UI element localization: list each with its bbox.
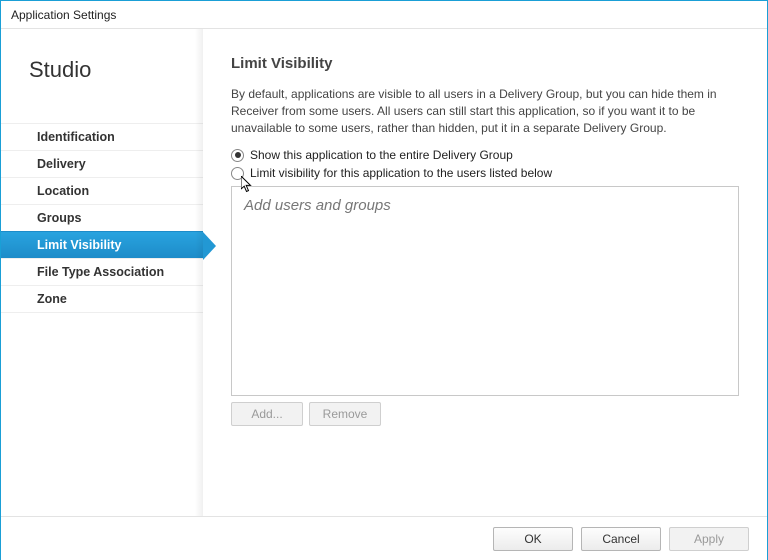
nav-item-file-type-association[interactable]: File Type Association <box>1 258 203 285</box>
radio-label: Limit visibility for this application to… <box>250 166 552 180</box>
add-button[interactable]: Add... <box>231 402 303 426</box>
radio-icon <box>231 167 244 180</box>
nav-item-label: Delivery <box>37 157 86 171</box>
nav-item-delivery[interactable]: Delivery <box>1 150 203 177</box>
radio-option-limit[interactable]: Limit visibility for this application to… <box>231 166 739 180</box>
nav-item-label: File Type Association <box>37 265 164 279</box>
apply-button[interactable]: Apply <box>669 527 749 551</box>
page-heading: Limit Visibility <box>231 55 739 72</box>
nav-item-label: Location <box>37 184 89 198</box>
ok-button[interactable]: OK <box>493 527 573 551</box>
main-panel: Limit Visibility By default, application… <box>203 29 767 516</box>
window-title: Application Settings <box>1 1 767 29</box>
nav-list: Identification Delivery Location Groups … <box>1 123 203 313</box>
nav-item-identification[interactable]: Identification <box>1 123 203 150</box>
nav-item-label: Limit Visibility <box>37 238 122 252</box>
nav-item-label: Identification <box>37 130 115 144</box>
list-buttons: Add... Remove <box>231 402 739 426</box>
radio-label: Show this application to the entire Deli… <box>250 148 513 162</box>
listbox-placeholder: Add users and groups <box>244 197 391 214</box>
nav-item-location[interactable]: Location <box>1 177 203 204</box>
brand-label: Studio <box>1 57 203 123</box>
nav-item-label: Groups <box>37 211 81 225</box>
dialog-footer: OK Cancel Apply <box>1 516 767 560</box>
users-groups-listbox[interactable]: Add users and groups <box>231 186 739 396</box>
content-area: Studio Identification Delivery Location … <box>1 29 767 516</box>
nav-item-zone[interactable]: Zone <box>1 285 203 313</box>
remove-button[interactable]: Remove <box>309 402 381 426</box>
nav-item-label: Zone <box>37 292 67 306</box>
description-text: By default, applications are visible to … <box>231 86 739 136</box>
nav-item-groups[interactable]: Groups <box>1 204 203 231</box>
sidebar: Studio Identification Delivery Location … <box>1 29 203 516</box>
radio-icon <box>231 149 244 162</box>
nav-item-limit-visibility[interactable]: Limit Visibility <box>1 231 203 258</box>
cancel-button[interactable]: Cancel <box>581 527 661 551</box>
radio-option-all[interactable]: Show this application to the entire Deli… <box>231 148 739 162</box>
